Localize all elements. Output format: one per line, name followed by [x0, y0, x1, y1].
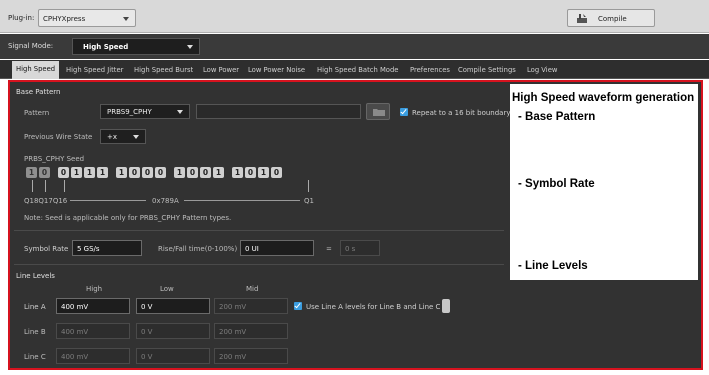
- compile-icon: [577, 14, 587, 23]
- tab-low-power-noise[interactable]: Low Power Noise: [248, 62, 305, 78]
- tab-log-view[interactable]: Log View: [527, 62, 557, 78]
- tab-high-speed[interactable]: High Speed: [12, 61, 60, 79]
- signal-mode-label: Signal Mode:: [8, 42, 54, 50]
- compile-button[interactable]: Compile: [567, 9, 655, 27]
- signal-mode-value: High Speed: [83, 43, 129, 51]
- tab-high-speed-batch-mode[interactable]: High Speed Batch Mode: [317, 62, 398, 78]
- tab-high-speed-burst[interactable]: High Speed Burst: [134, 62, 193, 78]
- compile-label: Compile: [598, 15, 627, 23]
- tab-low-power[interactable]: Low Power: [203, 62, 239, 78]
- chevron-down-icon: [187, 45, 193, 49]
- tab-high-speed-jitter[interactable]: High Speed Jitter: [66, 62, 123, 78]
- chevron-down-icon: [123, 17, 129, 21]
- plugin-select[interactable]: CPHYXpress: [38, 9, 136, 27]
- highlight-border: [8, 80, 703, 370]
- signal-mode-select[interactable]: High Speed: [72, 38, 200, 55]
- plugin-label: Plug-in:: [8, 14, 35, 22]
- tab-compile-settings[interactable]: Compile Settings: [458, 62, 516, 78]
- tab-preferences[interactable]: Preferences: [410, 62, 450, 78]
- plugin-select-value: CPHYXpress: [43, 15, 86, 23]
